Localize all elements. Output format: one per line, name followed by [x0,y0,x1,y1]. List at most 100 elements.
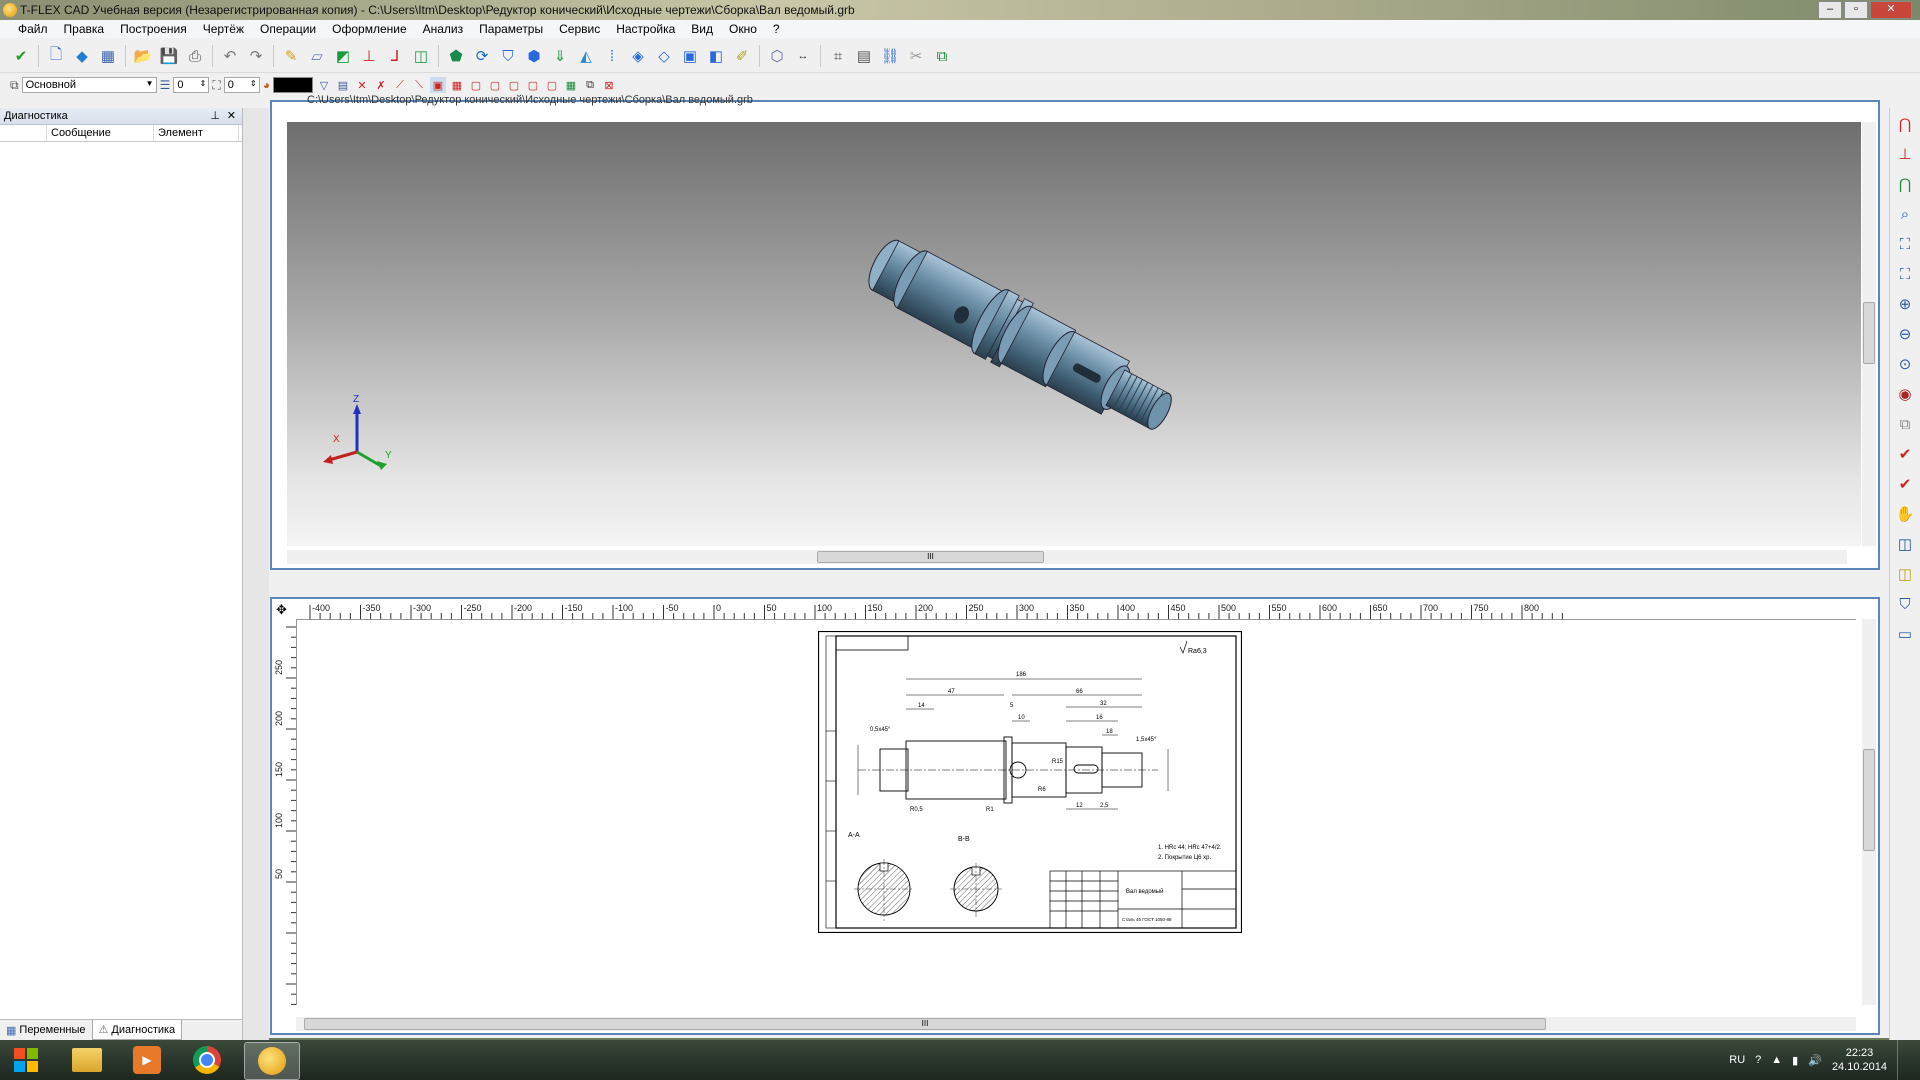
menu-help[interactable]: ? [765,20,788,38]
copy-icon[interactable]: ⧉ [582,77,598,93]
pencil-icon[interactable]: ✎ [280,45,302,67]
check2-icon[interactable]: ✔ [1894,472,1916,496]
drawing-vertical-scrollbar[interactable] [1862,619,1876,1005]
magnet-icon[interactable]: ⋂ [1894,112,1916,136]
loft-icon[interactable]: ◭ [575,45,597,67]
3d-vertical-scrollbar[interactable] [1862,122,1876,546]
extrude-icon[interactable]: ⬟ [445,45,467,67]
pages-icon[interactable]: ⧉ [1894,412,1916,436]
minimize-button[interactable]: – [1818,1,1842,19]
save-icon[interactable]: 💾 [158,45,180,67]
profile-icon[interactable]: ◩ [332,45,354,67]
window-small-icon[interactable]: ▭ [1894,622,1916,646]
dimension-icon[interactable]: ↔ [792,45,814,67]
confirm-icon[interactable]: ✔ [10,45,32,67]
filter-icon[interactable]: ▽ [316,77,332,93]
frame2-icon[interactable]: ▢ [487,77,503,93]
box-icon[interactable]: ◫ [1894,532,1916,556]
line-alt-icon[interactable]: ⟍ [411,77,427,93]
3d-viewport[interactable]: X Y Z [287,122,1861,546]
3d-node-icon[interactable]: ◫ [410,45,432,67]
shell-icon[interactable]: ▣ [679,45,701,67]
shield-blue-icon[interactable]: ⛉ [1894,592,1916,616]
zoom-window-icon[interactable]: ⌕ [1894,202,1916,226]
grid2-icon[interactable]: ▦ [563,77,579,93]
zoom-prev-icon[interactable]: ⊙ [1894,352,1916,376]
tflex-taskbar-icon[interactable] [244,1042,300,1080]
zoom-fit-icon[interactable]: ⛶ [1894,232,1916,256]
menu-file[interactable]: Файл [10,20,56,38]
scroll-thumb[interactable]: III [817,551,1044,563]
calculator-icon[interactable]: ▤ [853,45,875,67]
menu-analysis[interactable]: Анализ [415,20,472,38]
menu-design[interactable]: Оформление [324,20,414,38]
drawing-horizontal-scrollbar[interactable]: III [296,1017,1856,1031]
start-button[interactable] [6,1043,46,1077]
lcs-icon[interactable]: ⅃ [384,45,406,67]
rotate-icon[interactable]: ⟳ [471,45,493,67]
column-message[interactable]: Сообщение [47,125,154,141]
grid-icon[interactable]: ▦ [449,77,465,93]
explorer-taskbar-icon[interactable] [60,1042,114,1078]
measure-icon[interactable]: ⌗ [827,45,849,67]
magnet-green-icon[interactable]: ⋂ [1894,172,1916,196]
zoom-in-icon[interactable]: ⊕ [1894,292,1916,316]
crop-icon[interactable]: ⊠ [601,77,617,93]
scroll-thumb[interactable]: III [304,1018,1546,1030]
drawing-sheet[interactable]: Ra6,3 186 47 66 14 32 10 16 18 5 12 2,5 … [818,631,1242,933]
cube-icon[interactable]: ◧ [705,45,727,67]
snap-off-icon[interactable]: ✗ [373,77,389,93]
menu-parameters[interactable]: Параметры [471,20,551,38]
level-input[interactable]: 0 ⇕ [173,77,210,93]
window-icon[interactable]: ⧉ [931,45,953,67]
arrow-down-icon[interactable]: ⇓ [549,45,571,67]
tab-variables[interactable]: ▦ Переменные [0,1020,92,1040]
menu-service[interactable]: Сервис [551,20,608,38]
priority-input[interactable]: 0 ⇕ [223,77,260,93]
frame-icon[interactable]: ▢ [468,77,484,93]
maximize-button[interactable]: ▫ [1844,1,1868,19]
frame5-icon[interactable]: ▢ [544,77,560,93]
chrome-taskbar-icon[interactable] [180,1042,234,1078]
array-icon[interactable]: ⁞ [601,45,623,67]
move-icon[interactable]: ✥ [276,602,287,618]
scroll-thumb[interactable] [1863,749,1875,851]
tray-arrow-icon[interactable]: ▲ [1771,1054,1782,1066]
zoom-out-icon[interactable]: ⊖ [1894,322,1916,346]
redo-icon[interactable]: ↷ [245,45,267,67]
color-picker[interactable] [273,77,313,93]
layer-select[interactable]: Основной ▼ [21,77,157,93]
unlink-icon[interactable]: ✂ [905,45,927,67]
sketch-icon[interactable]: ✐ [731,45,753,67]
menu-window[interactable]: Окно [721,20,765,38]
menu-operations[interactable]: Операции [252,20,324,38]
eye-icon[interactable]: ◉ [1894,382,1916,406]
frame3-icon[interactable]: ▢ [506,77,522,93]
pin-icon[interactable]: ⊥ [210,108,220,124]
check-icon[interactable]: ✔ [1894,442,1916,466]
new-drawing-icon[interactable]: ▦ [97,45,119,67]
print-icon[interactable]: ⎙ [184,45,206,67]
menu-settings[interactable]: Настройка [608,20,683,38]
properties-icon[interactable]: ▤ [335,77,351,93]
3d-horizontal-scrollbar[interactable]: III [287,550,1847,564]
menu-edit[interactable]: Правка [56,20,113,38]
magnet-off-icon[interactable]: ⊥ [1894,142,1916,166]
workplane-icon[interactable]: ▱ [306,45,328,67]
volume-icon[interactable]: 🔊 [1808,1054,1822,1067]
shield-icon[interactable]: ⛉ [497,45,519,67]
link-icon[interactable]: ⛓ [879,45,901,67]
menu-view[interactable]: Вид [683,20,721,38]
axis-icon[interactable]: ⊥ [358,45,380,67]
new-document-icon[interactable]: 🗋 [45,45,67,67]
clock[interactable]: 22:23 24.10.2014 [1832,1046,1887,1074]
scroll-thumb[interactable] [1863,302,1875,364]
help-icon[interactable]: ? [1755,1054,1761,1066]
close-icon[interactable]: ✕ [227,108,236,124]
language-indicator[interactable]: RU [1729,1054,1745,1066]
open-icon[interactable]: 📂 [132,45,154,67]
select-mode-icon[interactable]: ▣ [430,77,446,93]
close-button[interactable]: ✕ [1870,1,1912,19]
menu-drawing[interactable]: Чертёж [195,20,252,38]
cube-yellow-icon[interactable]: ◫ [1894,562,1916,586]
